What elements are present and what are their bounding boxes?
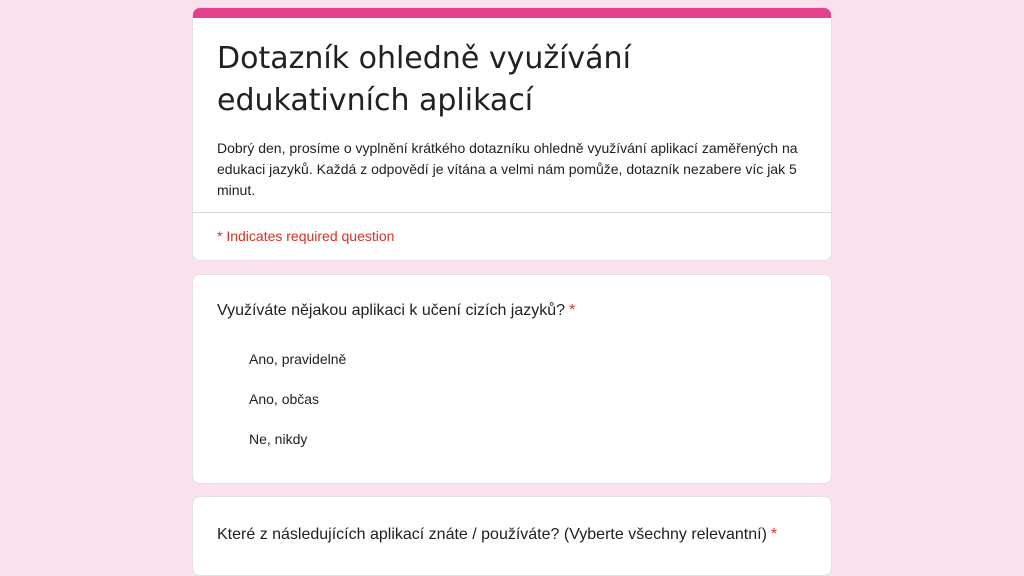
accent-bar	[193, 8, 831, 18]
question-card-1: Využíváte nějakou aplikaci k učení cizíc…	[192, 274, 832, 484]
question-label: Které z následujících aplikací znáte / p…	[217, 526, 767, 543]
header-divider	[193, 212, 831, 213]
option-ano-pravidelne[interactable]: Ano, pravidelně	[249, 339, 807, 379]
question-label: Využíváte nějakou aplikaci k učení cizíc…	[217, 302, 566, 319]
question-card-2: Které z následujících aplikací znáte / p…	[192, 496, 832, 576]
form-header-card: Dotazník ohledně využívání edukativních …	[192, 7, 832, 261]
required-asterisk: *	[569, 302, 576, 319]
question-title: Které z následujících aplikací znáte / p…	[217, 523, 807, 547]
required-asterisk: *	[770, 526, 778, 543]
form-column: Dotazník ohledně využívání edukativních …	[192, 7, 832, 576]
options-group: Ano, pravidelně Ano, občas Ne, nikdy	[217, 339, 807, 459]
form-description: Dobrý den, prosíme o vyplnění krátkého d…	[217, 140, 798, 198]
form-title: Dotazník ohledně využívání edukativních …	[217, 41, 631, 118]
required-question-note: * Indicates required question	[217, 228, 395, 244]
option-ne-nikdy[interactable]: Ne, nikdy	[249, 419, 807, 459]
option-ano-obcas[interactable]: Ano, občas	[249, 379, 807, 419]
question-title: Využíváte nějakou aplikaci k učení cizíc…	[217, 299, 807, 323]
